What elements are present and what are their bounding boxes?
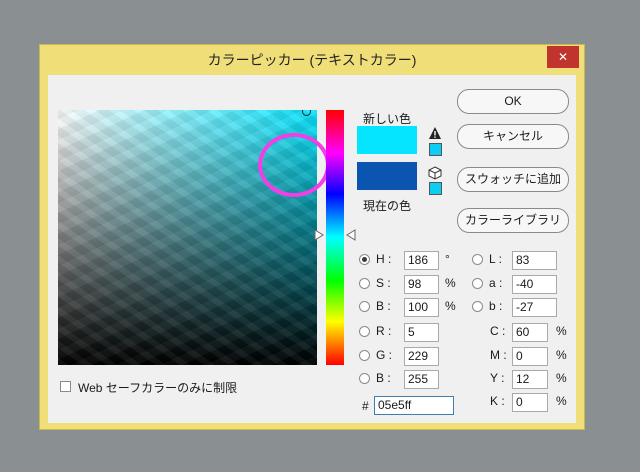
hue-slider-right-arrow[interactable] xyxy=(346,229,356,241)
new-color-swatch xyxy=(357,126,417,154)
hue-radio[interactable] xyxy=(359,254,370,265)
yellow-unit: % xyxy=(556,371,567,385)
saturation-label: S : xyxy=(376,276,391,290)
lab-b-label: b : xyxy=(489,299,503,313)
hex-field[interactable]: 05e5ff xyxy=(374,396,454,415)
lab-a-radio[interactable] xyxy=(472,278,483,289)
web-safe-label[interactable]: Web セーフカラーのみに制限 xyxy=(78,379,237,396)
yellow-field[interactable]: 12 xyxy=(512,370,548,389)
yellow-label: Y : xyxy=(490,371,505,385)
red-field[interactable]: 5 xyxy=(404,323,439,342)
brightness-radio[interactable] xyxy=(359,301,370,312)
saturation-field[interactable]: 98 xyxy=(404,275,439,294)
saturation-radio[interactable] xyxy=(359,278,370,289)
magenta-label: M : xyxy=(490,348,507,362)
hue-label: H : xyxy=(376,252,392,266)
ok-button[interactable]: OK xyxy=(457,89,569,114)
current-color-swatch[interactable] xyxy=(357,162,417,190)
lab-l-label: L : xyxy=(489,252,502,266)
black-unit: % xyxy=(556,394,567,408)
magenta-unit: % xyxy=(556,348,567,362)
web-safe-checkbox[interactable] xyxy=(60,381,71,392)
warning-icon[interactable] xyxy=(428,126,442,140)
brightness-label: B : xyxy=(376,299,391,313)
lab-a-label: a : xyxy=(489,276,503,290)
dialog-body: 新しい色 現在の色 OK キャンセル スウォッチに追加 カラーライブラリ H :… xyxy=(48,75,576,423)
color-libraries-button[interactable]: カラーライブラリ xyxy=(457,208,569,233)
color-picker-dialog: カラーピッカー (テキストカラー) ✕ 新しい色 現在の色 OK キャンセル ス… xyxy=(39,44,585,430)
brightness-field[interactable]: 100 xyxy=(404,298,439,317)
blue-field[interactable]: 255 xyxy=(404,370,439,389)
green-label: G : xyxy=(376,348,393,362)
new-color-label: 新しい色 xyxy=(363,112,412,126)
cyan-unit: % xyxy=(556,324,567,338)
red-radio[interactable] xyxy=(359,326,370,337)
black-field[interactable]: 0 xyxy=(512,393,548,412)
web-safe-swatch[interactable] xyxy=(429,182,442,195)
current-color-label: 現在の色 xyxy=(363,199,412,213)
blue-label: B : xyxy=(376,371,391,385)
cube-icon[interactable] xyxy=(428,166,442,180)
cyan-field[interactable]: 60 xyxy=(512,323,548,342)
magenta-field[interactable]: 0 xyxy=(512,347,548,366)
dialog-title: カラーピッカー (テキストカラー) xyxy=(207,52,417,68)
add-to-swatches-button[interactable]: スウォッチに追加 xyxy=(457,167,569,192)
highlight-circle xyxy=(258,133,330,197)
hue-slider-left-arrow[interactable] xyxy=(314,229,324,241)
lab-a-field[interactable]: -40 xyxy=(512,275,557,294)
brightness-unit: % xyxy=(445,299,456,313)
close-button[interactable]: ✕ xyxy=(547,46,579,68)
hue-slider[interactable] xyxy=(326,110,344,365)
lab-b-field[interactable]: -27 xyxy=(512,298,557,317)
black-label: K : xyxy=(490,394,505,408)
lab-b-radio[interactable] xyxy=(472,301,483,312)
cyan-label: C : xyxy=(490,324,506,338)
lab-l-radio[interactable] xyxy=(472,254,483,265)
blue-radio[interactable] xyxy=(359,373,370,384)
red-label: R : xyxy=(376,324,392,338)
cancel-button[interactable]: キャンセル xyxy=(457,124,569,149)
hue-unit: ° xyxy=(445,252,450,266)
green-radio[interactable] xyxy=(359,350,370,361)
lab-l-field[interactable]: 83 xyxy=(512,251,557,270)
hue-field[interactable]: 186 xyxy=(404,251,439,270)
saturation-unit: % xyxy=(445,276,456,290)
gamut-warning-swatch[interactable] xyxy=(429,143,442,156)
green-field[interactable]: 229 xyxy=(404,347,439,366)
hex-label: # xyxy=(362,399,369,413)
